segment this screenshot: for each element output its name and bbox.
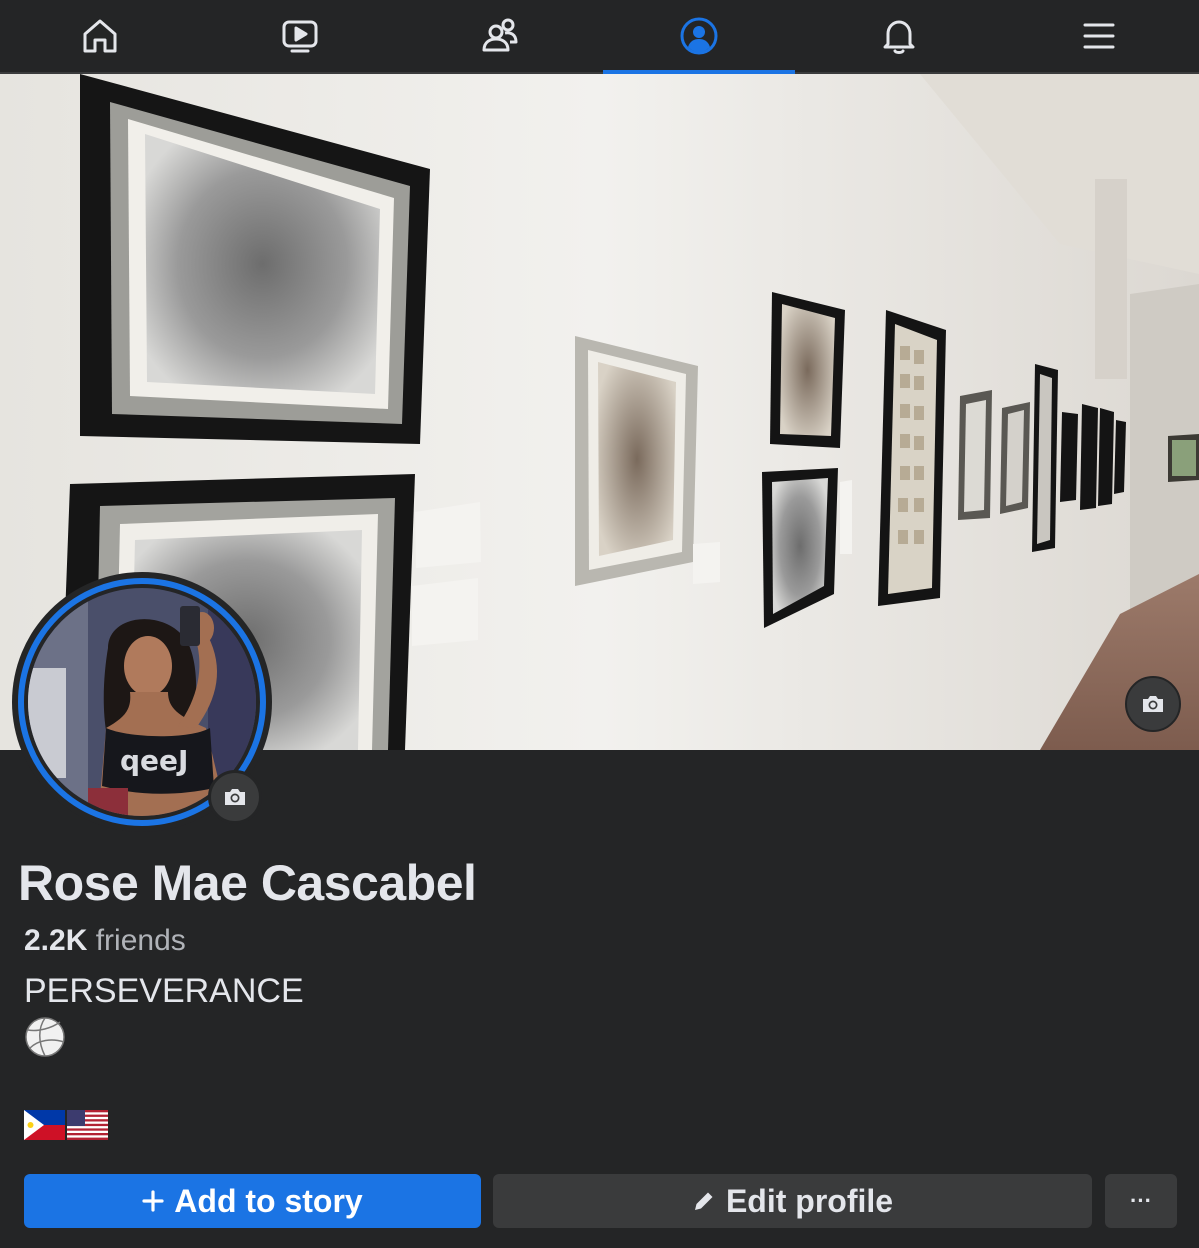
bell-icon: [883, 20, 915, 54]
tab-friends[interactable]: [400, 0, 600, 72]
profile-icon: [680, 17, 718, 55]
volleyball-icon: [25, 1017, 65, 1057]
edit-profile-button[interactable]: Edit profile: [493, 1174, 1092, 1228]
profile-bio: PERSEVERANCE: [24, 972, 304, 1010]
edit-profile-picture-button[interactable]: [208, 770, 262, 824]
menu-icon: [1083, 23, 1115, 49]
camera-icon: [1143, 696, 1163, 712]
pencil-icon: [694, 1192, 713, 1210]
camera-icon: [225, 789, 245, 805]
add-to-story-button[interactable]: Add to story: [24, 1174, 481, 1228]
friends-icon: [482, 18, 518, 52]
friends-count-label: friends: [95, 924, 186, 957]
tab-home[interactable]: [0, 0, 200, 72]
tab-profile[interactable]: [599, 0, 799, 74]
friends-count[interactable]: 2.2K friends: [24, 924, 186, 958]
philippines-flag-icon: [24, 1110, 65, 1140]
edit-cover-button[interactable]: [1125, 676, 1181, 732]
plus-icon: [142, 1190, 164, 1212]
tab-menu[interactable]: [999, 0, 1199, 72]
edit-profile-label: Edit profile: [725, 1182, 894, 1219]
svg-text:qeeJ: qeeJ: [120, 744, 188, 777]
tab-notifications[interactable]: [799, 0, 999, 72]
friends-count-value: 2.2K: [24, 924, 88, 957]
flags: [24, 1110, 108, 1140]
profile-name: Rose Mae Cascabel: [18, 855, 477, 911]
add-to-story-label: Add to story: [174, 1182, 363, 1219]
top-navigation: [0, 0, 1199, 74]
us-flag-icon: [67, 1110, 108, 1140]
tab-video[interactable]: [200, 0, 400, 72]
home-icon: [83, 19, 117, 53]
more-options-button[interactable]: ···: [1105, 1174, 1177, 1228]
video-icon: [282, 20, 318, 53]
more-options-label: ···: [1130, 1188, 1152, 1213]
